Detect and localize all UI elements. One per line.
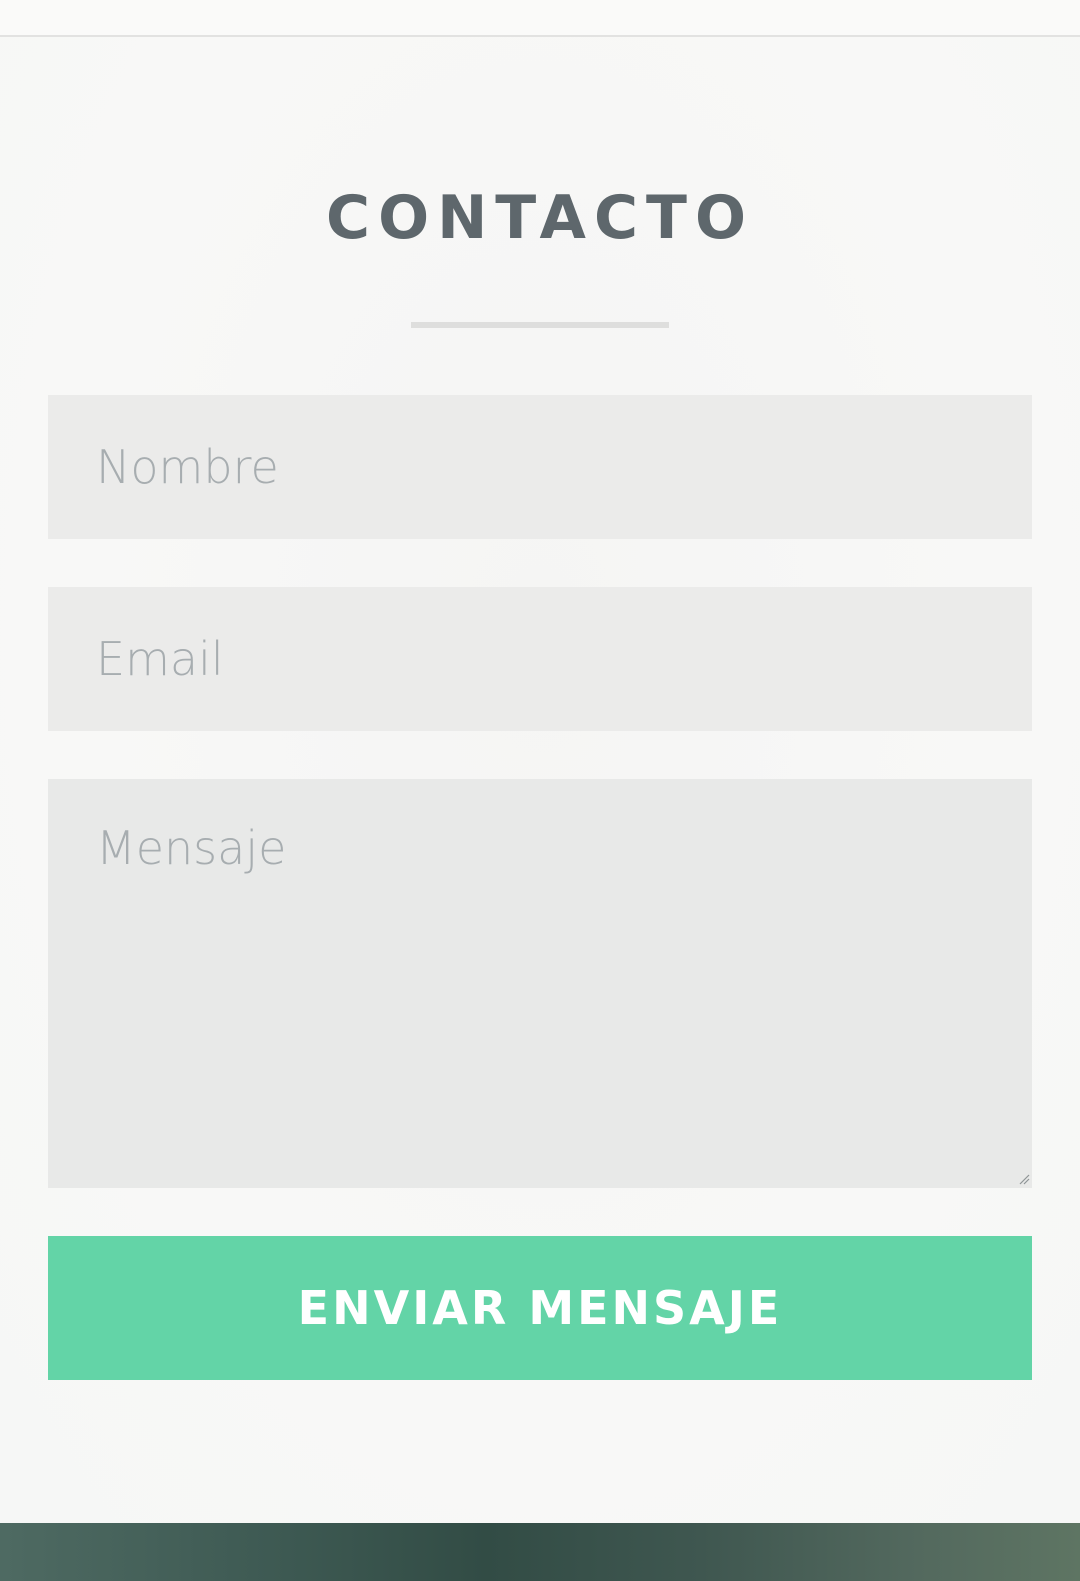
section-title: CONTACTO (326, 183, 754, 253)
footer-strip (0, 1523, 1080, 1581)
name-input[interactable] (48, 395, 1032, 539)
header-strip (0, 0, 1080, 37)
resize-grip-icon[interactable] (1018, 1173, 1030, 1185)
message-textarea[interactable] (48, 779, 1032, 1188)
email-input[interactable] (48, 587, 1032, 731)
title-divider (411, 322, 669, 328)
send-message-button[interactable]: ENVIAR MENSAJE (48, 1236, 1032, 1380)
